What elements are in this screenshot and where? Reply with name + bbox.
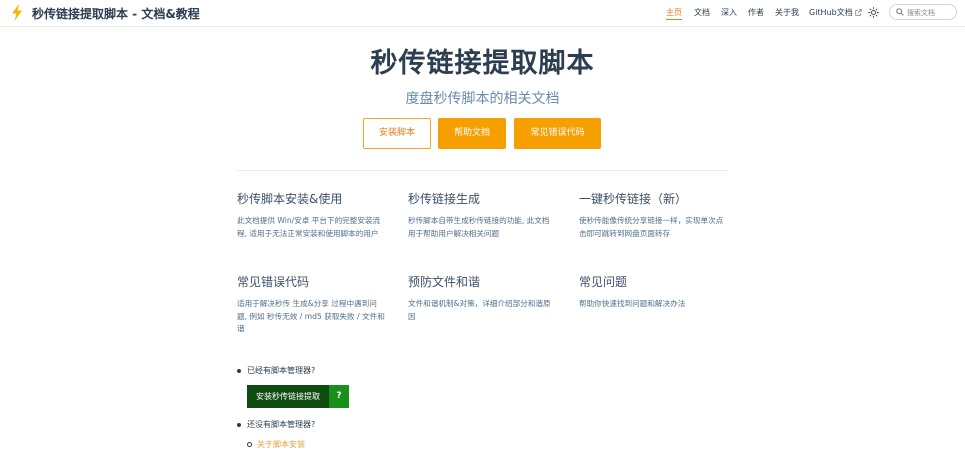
install-userscript-button[interactable]: 安装秒传链接提取 — [247, 385, 329, 408]
nav-item-about[interactable]: 关于我 — [775, 7, 799, 18]
nav-item-advanced[interactable]: 深入 — [721, 7, 737, 18]
feature-desc: 帮助你快速找到问题和解决办法 — [579, 299, 686, 308]
nav-item-docs[interactable]: 文档 — [694, 7, 710, 18]
install-help-button[interactable]: ? — [329, 385, 349, 408]
hero-subtitle: 度盘秒传脚本的相关文档 — [405, 91, 560, 107]
list-bullet — [237, 423, 241, 427]
install-script-button[interactable]: 安装脚本 — [363, 118, 431, 149]
feature-install-usage: 秒传脚本安装&使用 此文档提供 Win/安卓 平台下的完整安装流程, 适用于无法… — [237, 190, 385, 240]
search-input[interactable]: 搜索文档 — [889, 4, 957, 20]
feature-title: 预防文件和谐 — [408, 275, 481, 289]
site-title[interactable]: 秒传链接提取脚本 - 文档&教程 — [32, 5, 200, 22]
feature-desc: 此文档提供 Win/安卓 平台下的完整安装流程, 适用于无法正常安装和使用脚本的… — [237, 216, 381, 238]
list-item-has-manager: 已经有脚本管理器? — [247, 366, 316, 375]
feature-faq: 常见问题 帮助你快速找到问题和解决办法 — [579, 273, 727, 311]
feature-prevent-harmony: 预防文件和谐 文件和谐机制&对策，详细介绍部分和谐原因 — [408, 273, 556, 323]
feature-link-generation: 秒传链接生成 秒传脚本自带生成秒传链接的功能, 此文档用于帮助用户解决相关问题 — [408, 190, 556, 240]
search-placeholder: 搜索文档 — [907, 9, 935, 17]
external-link-icon — [855, 9, 862, 16]
search-icon — [896, 8, 904, 16]
hero-title: 秒传链接提取脚本 — [370, 48, 595, 79]
top-navbar: 秒传链接提取脚本 - 文档&教程 主页 文档 深入 作者 关于我 GitHub文… — [0, 0, 965, 27]
feature-desc: 使秒传能像传统分享链接一样，实现单次点击即可跳转到网盘页面转存 — [579, 216, 724, 238]
feature-desc: 适用于解决秒传 生成&分享 过程中遇到问题, 例如 秒传无效 / md5 获取失… — [237, 299, 385, 333]
sun-icon[interactable] — [868, 7, 879, 18]
list-item-no-manager: 还没有脚本管理器? — [247, 420, 316, 429]
nav-item-github-label: GitHub文档 — [809, 8, 853, 17]
error-codes-button[interactable]: 常见错误代码 — [514, 118, 601, 149]
feature-title: 常见问题 — [579, 275, 628, 289]
nav-item-home[interactable]: 主页 — [666, 7, 682, 20]
hero-divider — [237, 170, 728, 171]
about-script-install-link[interactable]: 关于脚本安装 — [257, 439, 305, 450]
help-docs-button[interactable]: 帮助文档 — [438, 118, 506, 149]
list-bullet — [237, 369, 241, 373]
lightning-icon[interactable] — [10, 4, 24, 21]
feature-title: 常见错误代码 — [237, 275, 310, 289]
feature-title: 秒传链接生成 — [408, 192, 481, 206]
nav-item-github[interactable]: GitHub文档 — [809, 7, 862, 18]
feature-desc: 秒传脚本自带生成秒传链接的功能, 此文档用于帮助用户解决相关问题 — [408, 216, 550, 238]
sublist-bullet — [247, 442, 252, 447]
feature-title: 秒传脚本安装&使用 — [237, 192, 343, 206]
nav-item-author[interactable]: 作者 — [748, 7, 764, 18]
feature-error-codes: 常见错误代码 适用于解决秒传 生成&分享 过程中遇到问题, 例如 秒传无效 / … — [237, 273, 385, 336]
feature-desc: 文件和谐机制&对策，详细介绍部分和谐原因 — [408, 299, 551, 321]
feature-title: 一键秒传链接（新） — [579, 192, 688, 206]
feature-one-click-link: 一键秒传链接（新） 使秒传能像传统分享链接一样，实现单次点击即可跳转到网盘页面转… — [579, 190, 727, 240]
